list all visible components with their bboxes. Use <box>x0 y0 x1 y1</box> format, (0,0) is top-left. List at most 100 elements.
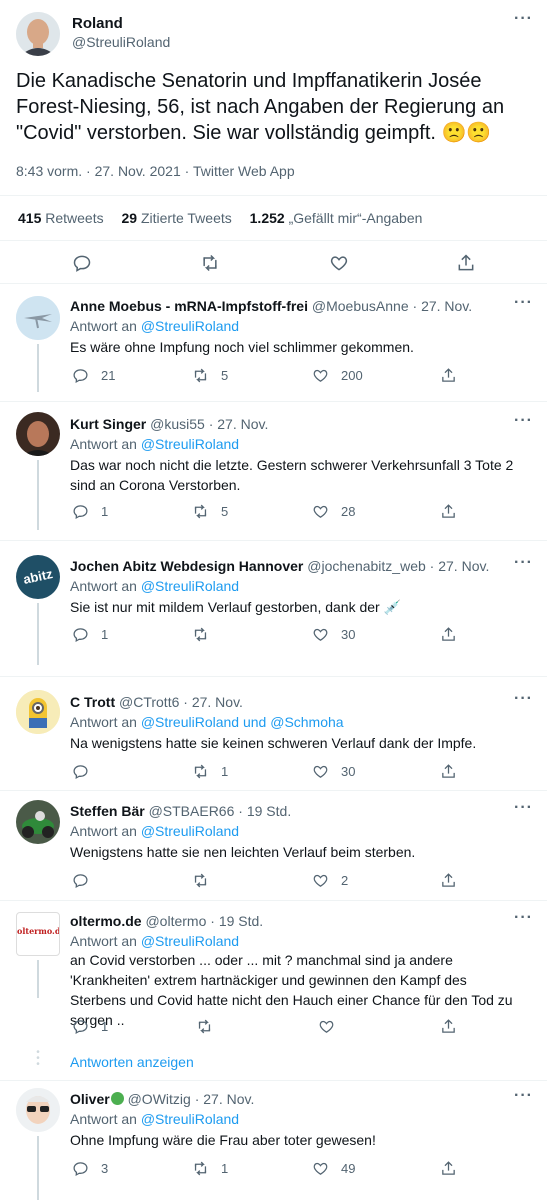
more-options-icon[interactable]: ··· <box>514 1088 533 1104</box>
reply-action[interactable]: 1 <box>72 503 108 520</box>
reply-text: Das war noch nicht die letzte. Gestern s… <box>70 457 514 493</box>
tweet-time[interactable]: 8:43 vorm. <box>16 163 82 179</box>
like-icon[interactable] <box>329 253 349 278</box>
more-options-icon[interactable]: ··· <box>514 800 533 816</box>
reply-time[interactable]: 27. Nov. <box>421 298 472 314</box>
more-options-icon[interactable]: ··· <box>514 691 533 707</box>
reply-header: Anne Moebus - mRNA-Impfstoff-frei @Moebu… <box>70 298 473 314</box>
share-action[interactable] <box>440 872 457 889</box>
more-options-icon[interactable]: ··· <box>514 295 533 311</box>
likes-stat[interactable]: 1.252 „Gefällt mir“-Angaben <box>250 210 423 226</box>
share-icon[interactable] <box>456 253 476 278</box>
like-action[interactable] <box>318 1018 347 1035</box>
retweet-action[interactable] <box>192 626 221 643</box>
quotes-stat[interactable]: 29 Zitierte Tweets <box>122 210 232 226</box>
reply-header: Steffen Bär @STBAER66 · 19 Std. <box>70 803 292 819</box>
reply-to-line: Antwort an @StreuliRoland und @Schmoha <box>70 714 344 730</box>
avatar-logo-text: oltermo.de <box>17 926 60 936</box>
more-options-icon[interactable]: ··· <box>514 11 533 27</box>
reply-to-link[interactable]: @StreuliRoland <box>141 436 239 452</box>
reply-to-link[interactable]: @StreuliRoland <box>141 578 239 594</box>
reply-time[interactable]: 19 Std. <box>219 913 263 929</box>
reply-action[interactable] <box>72 763 101 780</box>
reply-author-name[interactable]: Anne Moebus - mRNA-Impfstoff-frei <box>70 298 308 314</box>
reply-icon[interactable] <box>72 253 92 278</box>
like-action[interactable]: 30 <box>312 763 355 780</box>
tweet-date[interactable]: 27. Nov. 2021 <box>95 163 181 179</box>
reply-author-handle[interactable]: @oltermo <box>145 913 206 929</box>
share-action[interactable] <box>440 367 457 384</box>
retweet-action[interactable]: 1 <box>192 1160 228 1177</box>
reply-author-name[interactable]: oltermo.de <box>70 913 142 929</box>
share-action[interactable] <box>440 1160 457 1177</box>
like-action[interactable]: 2 <box>312 872 348 889</box>
avatar[interactable] <box>16 296 60 340</box>
reply-author-handle[interactable]: @MoebusAnne <box>312 298 409 314</box>
avatar[interactable] <box>16 690 60 734</box>
more-options-icon[interactable]: ··· <box>514 555 533 571</box>
reply-time[interactable]: 19 Std. <box>247 803 291 819</box>
reply-author-handle[interactable]: @kusi55 <box>150 416 205 432</box>
retweet-icon[interactable] <box>199 253 221 278</box>
reply-author-handle[interactable]: @OWitzig <box>128 1091 191 1107</box>
reply-author-name[interactable]: Oliver <box>70 1091 110 1107</box>
reply-action[interactable]: 1 <box>72 1018 108 1035</box>
like-action[interactable]: 49 <box>312 1160 355 1177</box>
share-action[interactable] <box>440 626 457 643</box>
avatar[interactable]: oltermo.de <box>16 912 60 956</box>
like-action[interactable]: 30 <box>312 626 355 643</box>
reply-to-link[interactable]: @StreuliRoland und @Schmoha <box>141 714 344 730</box>
reply-time[interactable]: 27. Nov. <box>192 694 243 710</box>
avatar[interactable] <box>16 412 60 456</box>
reply-author-name[interactable]: Jochen Abitz Webdesign Hannover <box>70 558 303 574</box>
tweet-text-body: Die Kanadische Senatorin und Impffanatik… <box>16 70 505 144</box>
like-action[interactable]: 28 <box>312 503 355 520</box>
reply-time[interactable]: 27. Nov. <box>203 1091 254 1107</box>
avatar[interactable]: abitz <box>16 555 60 599</box>
retweet-action[interactable]: 1 <box>192 763 228 780</box>
share-action[interactable] <box>440 763 457 780</box>
reply-to-link[interactable]: @StreuliRoland <box>141 823 239 839</box>
reply-author-handle[interactable]: @CTrott6 <box>119 694 179 710</box>
reply-to-link[interactable]: @StreuliRoland <box>141 933 239 949</box>
reply-to-link[interactable]: @StreuliRoland <box>141 318 239 334</box>
retweet-action[interactable]: 5 <box>192 503 228 520</box>
reply-action[interactable]: 21 <box>72 367 115 384</box>
avatar[interactable] <box>16 800 60 844</box>
separator: · <box>86 163 91 179</box>
reply-text: Ohne Impfung wäre die Frau aber toter ge… <box>70 1132 376 1148</box>
reply-action[interactable]: 1 <box>72 626 108 643</box>
reply-author-name[interactable]: Steffen Bär <box>70 803 145 819</box>
author-name[interactable]: Roland <box>72 15 123 32</box>
avatar[interactable] <box>16 12 60 56</box>
reply-action[interactable] <box>72 872 101 889</box>
more-options-icon[interactable]: ··· <box>514 910 533 926</box>
reply-author-name[interactable]: Kurt Singer <box>70 416 146 432</box>
retweets-stat[interactable]: 415 Retweets <box>18 210 104 226</box>
reply-action[interactable]: 3 <box>72 1160 108 1177</box>
tweet-source[interactable]: Twitter Web App <box>193 163 295 179</box>
reply-author-handle[interactable]: @STBAER66 <box>149 803 235 819</box>
reply-to-link[interactable]: @StreuliRoland <box>141 1111 239 1127</box>
reply-author-name[interactable]: C Trott <box>70 694 115 710</box>
tweet-stats: 415 Retweets 29 Zitierte Tweets 1.252 „G… <box>18 210 422 226</box>
like-action[interactable]: 200 <box>312 367 363 384</box>
reply-header: Oliver @OWitzig · 27. Nov. <box>70 1091 255 1107</box>
avatar[interactable] <box>16 1088 60 1132</box>
reply-time[interactable]: 27. Nov. <box>438 558 489 574</box>
more-options-icon[interactable]: ··· <box>514 413 533 429</box>
show-replies-link[interactable]: Antworten anzeigen <box>70 1054 194 1070</box>
author-handle[interactable]: @StreuliRoland <box>72 34 170 50</box>
retweet-action[interactable] <box>196 1018 225 1035</box>
reply-author-handle[interactable]: @jochenabitz_web <box>307 558 426 574</box>
avatar-logo-text: abitz <box>21 566 54 587</box>
reply-text: Es wäre ohne Impfung noch viel schlimmer… <box>70 339 414 355</box>
reply-header: oltermo.de @oltermo · 19 Std. <box>70 913 264 929</box>
retweet-action[interactable]: 5 <box>192 367 228 384</box>
frown-emoji: 🙁🙁 <box>441 122 492 144</box>
reply-time[interactable]: 27. Nov. <box>217 416 268 432</box>
share-action[interactable] <box>440 503 457 520</box>
share-action[interactable] <box>440 1018 457 1035</box>
retweet-action[interactable] <box>192 872 221 889</box>
reply-header: C Trott @CTrott6 · 27. Nov. <box>70 694 243 710</box>
